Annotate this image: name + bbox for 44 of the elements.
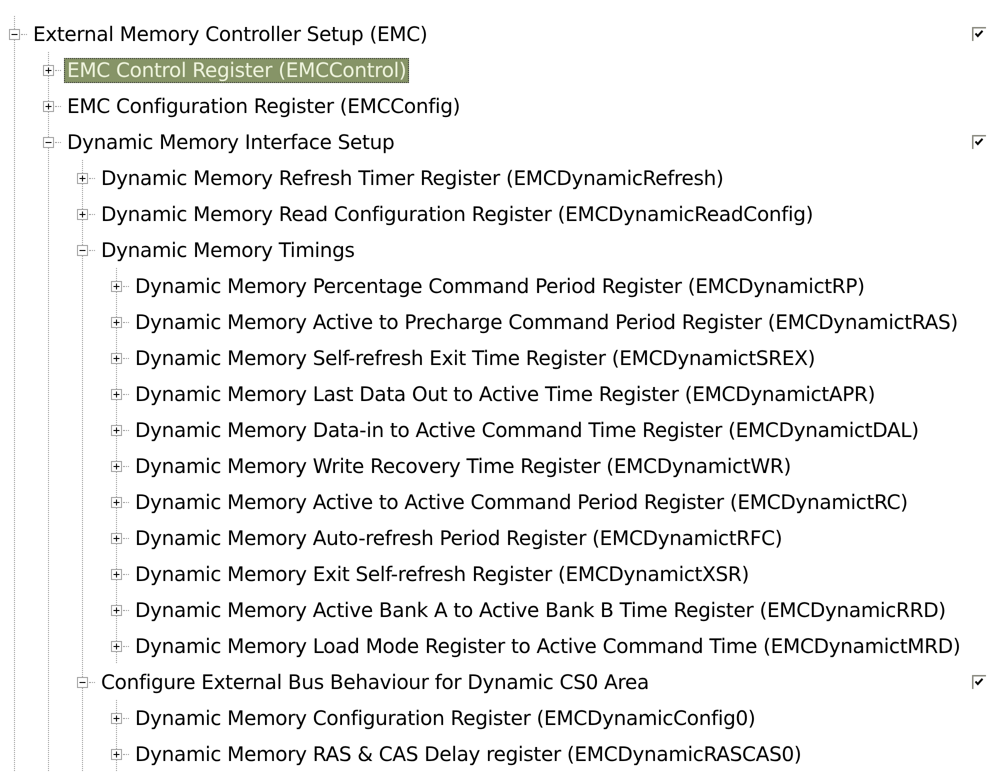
tree-item[interactable]: Dynamic Memory RAS & CAS Delay register (EMCDynamicRASCAS0) — [132, 742, 804, 766]
tree-item[interactable]: Dynamic Memory Load Mode Register to Active Command Time (EMCDynamictMRD) — [132, 634, 964, 658]
expand-icon[interactable] — [111, 352, 122, 364]
tree-item[interactable]: Dynamic Memory Timings — [98, 238, 358, 262]
expand-icon[interactable] — [111, 604, 122, 616]
tree-item[interactable]: Dynamic Memory Data-in to Active Command Time Register (EMCDynamictDAL) — [132, 418, 922, 442]
tree-item[interactable]: Dynamic Memory Active to Active Command Period Register (EMCDynamictRC) — [132, 490, 911, 514]
expand-icon[interactable] — [111, 424, 122, 436]
expand-icon[interactable] — [111, 460, 122, 472]
tree-item[interactable]: Dynamic Memory Percentage Command Period Register (EMCDynamictRP) — [132, 274, 868, 298]
expand-icon[interactable] — [111, 316, 122, 328]
expand-icon[interactable] — [111, 280, 122, 292]
expand-icon[interactable] — [111, 712, 122, 724]
tree-item[interactable]: Dynamic Memory Active Bank A to Active Bank B Time Register (EMCDynamicRRD) — [132, 598, 949, 622]
checkbox[interactable] — [972, 135, 986, 149]
tree-item[interactable]: Dynamic Memory Active to Precharge Command Period Register (EMCDynamictRAS) — [132, 310, 961, 334]
tree-item[interactable]: External Memory Controller Setup (EMC) — [30, 22, 430, 46]
expand-icon[interactable] — [111, 532, 122, 544]
expand-icon[interactable] — [43, 64, 54, 76]
tree-item[interactable]: Dynamic Memory Last Data Out to Active Time Register (EMCDynamictAPR) — [132, 382, 878, 406]
expand-icon[interactable] — [43, 100, 54, 112]
tree-item[interactable]: EMC Configuration Register (EMCConfig) — [64, 94, 464, 118]
expand-icon[interactable] — [111, 640, 122, 652]
tree-item[interactable]: Configure External Bus Behaviour for Dynamic CS0 Area — [98, 670, 652, 694]
expand-icon[interactable] — [77, 208, 88, 220]
tree-item[interactable]: Dynamic Memory Auto-refresh Period Register (EMCDynamictRFC) — [132, 526, 786, 550]
collapse-icon[interactable] — [77, 676, 88, 688]
checkbox[interactable] — [972, 27, 986, 41]
tree-item[interactable]: Dynamic Memory Self-refresh Exit Time Register (EMCDynamictSREX) — [132, 346, 818, 370]
checkbox[interactable] — [972, 675, 986, 689]
expand-icon[interactable] — [111, 388, 122, 400]
tree-item[interactable]: Dynamic Memory Interface Setup — [64, 130, 398, 154]
expand-icon[interactable] — [111, 568, 122, 580]
collapse-icon[interactable] — [77, 244, 88, 256]
collapse-icon[interactable] — [43, 136, 54, 148]
expand-icon[interactable] — [111, 496, 122, 508]
tree-item[interactable]: Dynamic Memory Configuration Register (EMCDynamicConfig0) — [132, 706, 758, 730]
expand-icon[interactable] — [111, 748, 122, 760]
tree-item[interactable]: Dynamic Memory Write Recovery Time Register (EMCDynamictWR) — [132, 454, 794, 478]
tree-item[interactable]: Dynamic Memory Refresh Timer Register (EMCDynamicRefresh) — [98, 166, 726, 190]
expand-icon[interactable] — [77, 172, 88, 184]
tree-item[interactable]: Dynamic Memory Exit Self-refresh Register (EMCDynamictXSR) — [132, 562, 752, 586]
collapse-icon[interactable] — [9, 28, 20, 40]
tree-item[interactable]: Dynamic Memory Read Configuration Register (EMCDynamicReadConfig) — [98, 202, 816, 226]
